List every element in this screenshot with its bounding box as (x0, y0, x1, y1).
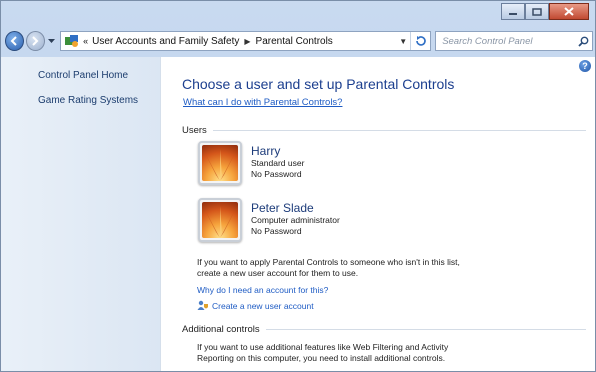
page-title: Choose a user and set up Parental Contro… (182, 76, 455, 92)
flower-avatar-icon (202, 202, 238, 238)
additional-controls-header: Additional controls (182, 324, 586, 335)
user-name[interactable]: Peter Slade (251, 201, 340, 215)
minimize-icon (509, 12, 517, 15)
user-role: Computer administrator (251, 215, 340, 225)
additional-controls-heading: Additional controls (182, 324, 260, 335)
user-role: Standard user (251, 158, 305, 168)
avatar[interactable] (198, 198, 242, 242)
why-account-link[interactable]: Why do I need an account for this? (197, 285, 328, 295)
address-overflow-icon: « (83, 36, 89, 46)
user-password-status: No Password (251, 226, 302, 236)
navigation-bar: « User Accounts and Family Safety ▶ Pare… (5, 28, 593, 54)
create-account-label[interactable]: Create a new user account (212, 301, 314, 311)
search-icon (577, 36, 588, 47)
search-button[interactable] (574, 36, 592, 47)
maximize-icon (532, 7, 542, 16)
address-dropdown-icon[interactable]: ▼ (396, 37, 410, 46)
additional-controls-text: If you want to use additional features l… (197, 342, 517, 363)
users-section-header: Users (182, 125, 586, 136)
maximize-button[interactable] (525, 3, 549, 20)
title-bar (1, 1, 595, 27)
sidebar: Control Panel Home Game Rating Systems (1, 57, 161, 371)
refresh-icon (415, 36, 426, 46)
avatar[interactable] (198, 141, 242, 185)
control-panel-window: « User Accounts and Family Safety ▶ Pare… (0, 0, 596, 372)
search-box[interactable]: Search Control Panel (435, 31, 593, 51)
minimize-button[interactable] (501, 3, 525, 20)
forward-button[interactable] (25, 31, 45, 51)
close-button[interactable] (549, 3, 589, 20)
chevron-down-icon (47, 38, 55, 43)
users-heading: Users (182, 125, 207, 136)
close-icon (564, 7, 574, 16)
user-name[interactable]: Harry (251, 144, 304, 158)
forward-arrow-icon (32, 36, 39, 46)
user-tile-peter-slade[interactable]: Peter Slade Computer administrator No Pa… (198, 198, 340, 242)
help-icon[interactable]: ? (579, 60, 591, 72)
section-divider (212, 130, 586, 131)
additional-text-line-1: If you want to use additional features l… (197, 342, 449, 352)
user-info: Harry Standard user No Password (251, 144, 304, 185)
apply-text-line-1: If you want to apply Parental Controls t… (197, 257, 460, 267)
user-info: Peter Slade Computer administrator No Pa… (251, 201, 340, 242)
section-divider (265, 329, 586, 330)
user-tile-harry[interactable]: Harry Standard user No Password (198, 141, 304, 185)
recent-pages-dropdown[interactable] (47, 36, 56, 46)
content-area: Control Panel Home Game Rating Systems ?… (1, 57, 595, 371)
caption-buttons (501, 3, 589, 20)
breadcrumb-user-accounts[interactable]: User Accounts and Family Safety (92, 36, 239, 47)
apply-controls-text: If you want to apply Parental Controls t… (197, 257, 517, 278)
breadcrumb-parental-controls[interactable]: Parental Controls (256, 36, 333, 47)
back-arrow-icon (11, 36, 18, 46)
apply-text-line-2: create a new user account for them to us… (197, 267, 359, 278)
create-account-link[interactable]: Create a new user account (197, 300, 314, 311)
search-input[interactable]: Search Control Panel (442, 36, 574, 47)
sidebar-item-game-rating-systems[interactable]: Game Rating Systems (1, 95, 160, 106)
back-button[interactable] (5, 31, 24, 51)
users-shield-icon (197, 300, 208, 310)
main-panel: ? Choose a user and set up Parental Cont… (161, 57, 595, 371)
control-panel-icon (65, 35, 79, 47)
refresh-button[interactable] (410, 32, 430, 50)
breadcrumb-separator-icon[interactable]: ▶ (244, 37, 250, 46)
user-password-status: No Password (251, 169, 302, 179)
additional-text-line-2: Reporting on this computer, you need to … (197, 352, 446, 363)
flower-avatar-icon (202, 145, 238, 181)
address-bar[interactable]: « User Accounts and Family Safety ▶ Pare… (60, 31, 432, 51)
sidebar-item-control-panel-home[interactable]: Control Panel Home (1, 70, 160, 81)
parental-controls-help-link[interactable]: What can I do with Parental Controls? (183, 97, 342, 108)
